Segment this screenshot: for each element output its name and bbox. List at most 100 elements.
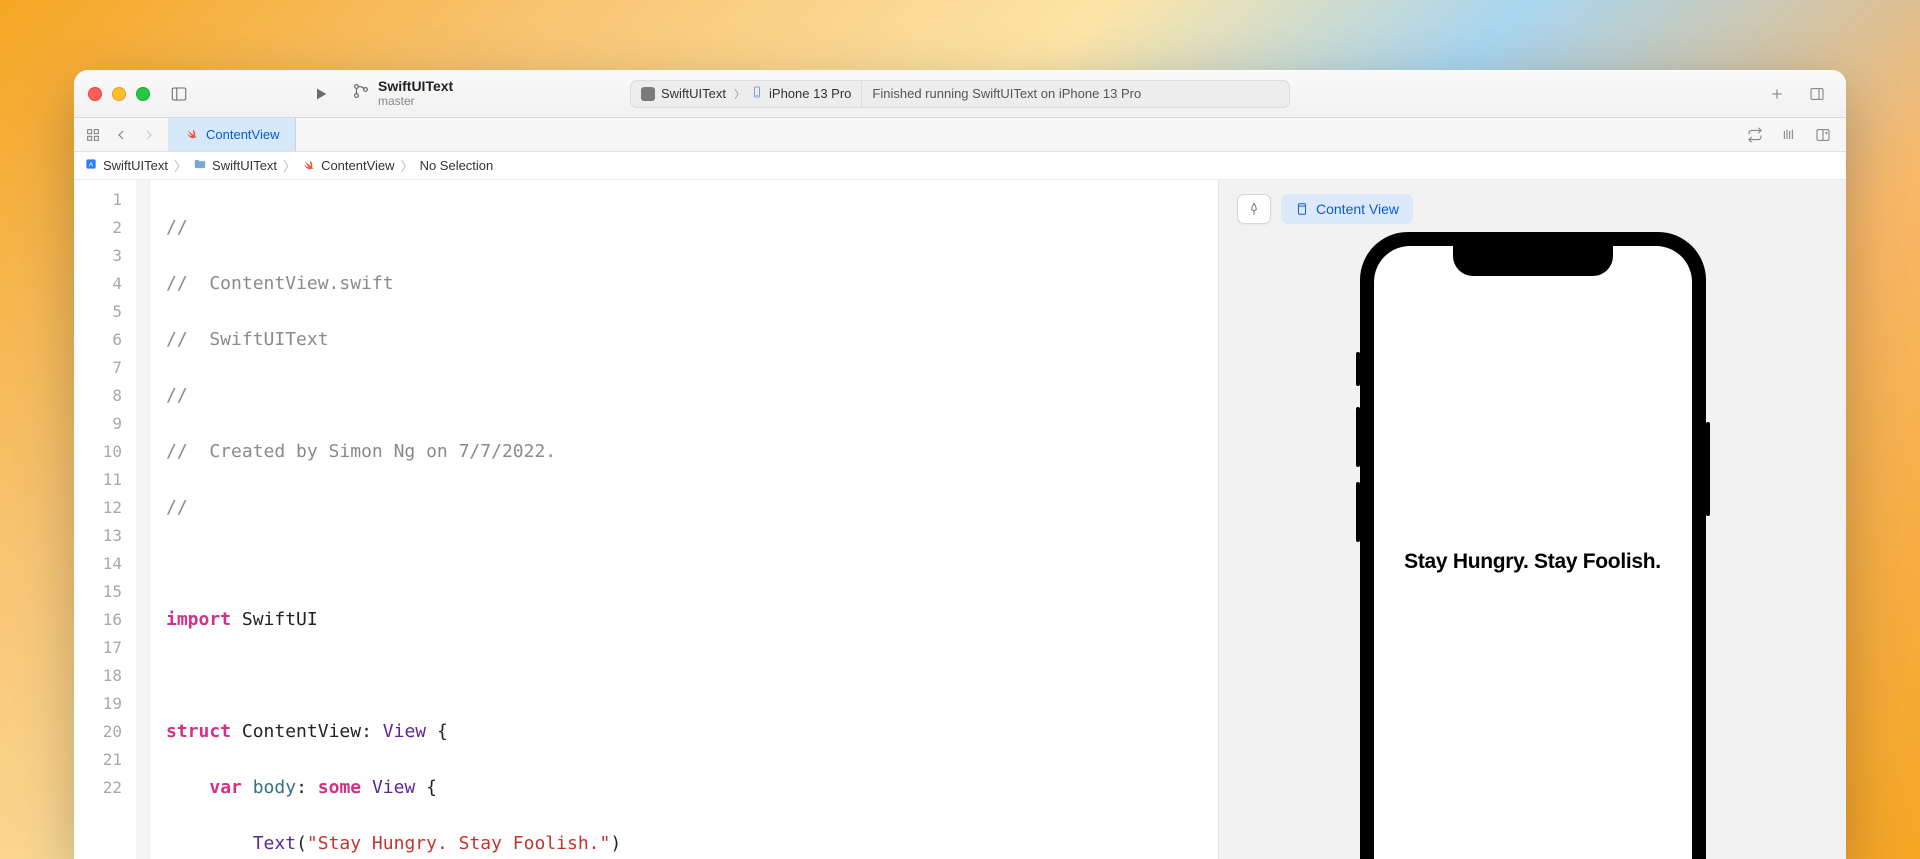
line-number: 15 <box>74 578 122 606</box>
line-number: 9 <box>74 410 122 438</box>
add-button[interactable] <box>1762 80 1792 108</box>
line-number: 12 <box>74 494 122 522</box>
crumb-selection[interactable]: No Selection <box>420 158 494 173</box>
crumb-folder[interactable]: SwiftUIText <box>193 157 277 174</box>
editor-options-button[interactable] <box>1742 122 1768 148</box>
line-number: 16 <box>74 606 122 634</box>
nav-back-button[interactable] <box>108 122 134 148</box>
code-content[interactable]: // // ContentView.swift // SwiftUIText /… <box>150 180 1218 859</box>
nav-forward-button[interactable] <box>136 122 162 148</box>
svg-text:A: A <box>89 161 94 168</box>
toggle-left-sidebar-button[interactable] <box>164 80 194 108</box>
breadcrumb-separator: 〉 <box>174 156 187 175</box>
folder-icon <box>193 157 207 174</box>
tab-label: ContentView <box>206 127 279 142</box>
crumb-project[interactable]: A SwiftUIText <box>84 157 168 174</box>
editor-preview-split: 1 2 3 4 5 6 7 8 9 10 11 12 13 14 15 16 1… <box>74 180 1846 859</box>
fullscreen-window-button[interactable] <box>136 87 150 101</box>
line-number: 8 <box>74 382 122 410</box>
phone-side-button <box>1356 482 1360 542</box>
line-number: 17 <box>74 634 122 662</box>
crumb-file[interactable]: ContentView <box>302 158 394 173</box>
code-token: View <box>372 777 415 798</box>
swift-file-icon <box>185 128 199 142</box>
preview-icon <box>1295 202 1309 216</box>
code-token: "Stay Hungry. Stay Foolish." <box>307 833 610 854</box>
code-token: View <box>383 721 426 742</box>
code-token: struct <box>166 721 231 742</box>
code-editor[interactable]: 1 2 3 4 5 6 7 8 9 10 11 12 13 14 15 16 1… <box>74 180 1218 859</box>
device-notch <box>1453 246 1613 276</box>
jump-bar: A SwiftUIText 〉 SwiftUIText 〉 ContentVie… <box>74 152 1846 180</box>
preview-rendered-text: Stay Hungry. Stay Foolish. <box>1404 550 1661 574</box>
branch-icon <box>352 82 370 105</box>
line-number: 4 <box>74 270 122 298</box>
crumb-label-2: ContentView <box>321 158 394 173</box>
tab-bar-nav <box>74 118 169 151</box>
code-text: // <box>166 497 188 518</box>
code-text: // <box>166 217 188 238</box>
breadcrumb-separator: 〉 <box>283 156 296 175</box>
code-token: SwiftUI <box>242 609 318 630</box>
activity-capsule: SwiftUIText 〉 iPhone 13 Pro Finished run… <box>630 80 1290 108</box>
line-number: 3 <box>74 242 122 270</box>
code-text: // SwiftUIText <box>166 329 329 350</box>
line-number: 11 <box>74 466 122 494</box>
tab-contentview[interactable]: ContentView <box>169 118 296 151</box>
breadcrumb-separator: 〉 <box>401 156 414 175</box>
line-number: 6 <box>74 326 122 354</box>
adjust-editor-layout-button[interactable] <box>1776 122 1802 148</box>
scheme-target-segment[interactable]: SwiftUIText 〉 iPhone 13 Pro <box>631 81 862 107</box>
crumb-label-1: SwiftUIText <box>212 158 277 173</box>
toolbar: SwiftUIText master SwiftUIText 〉 iPhone … <box>74 70 1846 118</box>
line-number: 18 <box>74 662 122 690</box>
line-number: 22 <box>74 774 122 802</box>
code-token: import <box>166 609 231 630</box>
change-marker-column <box>136 180 150 859</box>
line-number: 21 <box>74 746 122 774</box>
run-button[interactable] <box>308 81 334 107</box>
related-items-button[interactable] <box>80 122 106 148</box>
capsule-device: iPhone 13 Pro <box>769 86 851 101</box>
code-text: // <box>166 385 188 406</box>
line-number: 19 <box>74 690 122 718</box>
preview-selector-chip[interactable]: Content View <box>1281 194 1413 224</box>
code-token: some <box>318 777 361 798</box>
line-number: 1 <box>74 186 122 214</box>
tab-bar-right <box>1732 118 1846 151</box>
code-text: // ContentView.swift <box>166 273 394 294</box>
xcode-window: SwiftUIText master SwiftUIText 〉 iPhone … <box>74 70 1846 859</box>
code-token: Text <box>253 833 296 854</box>
scheme-name: SwiftUIText <box>378 79 453 94</box>
line-number-gutter: 1 2 3 4 5 6 7 8 9 10 11 12 13 14 15 16 1… <box>74 180 136 859</box>
preview-chip-label: Content View <box>1316 201 1399 217</box>
status-text: Finished running SwiftUIText on iPhone 1… <box>872 86 1141 101</box>
preview-canvas[interactable]: Content View Stay Hungry. Stay Foolish. <box>1218 180 1846 859</box>
pin-preview-button[interactable] <box>1237 194 1271 224</box>
scheme-title: SwiftUIText master <box>378 79 453 108</box>
phone-side-button <box>1706 422 1710 516</box>
chevron-right-icon: 〉 <box>734 86 745 102</box>
line-number: 10 <box>74 438 122 466</box>
line-number: 5 <box>74 298 122 326</box>
preview-controls: Content View <box>1237 194 1413 224</box>
phone-side-button <box>1356 407 1360 467</box>
tab-bar: ContentView <box>74 118 1846 152</box>
minimize-window-button[interactable] <box>112 87 126 101</box>
branch-name: master <box>378 95 453 108</box>
add-editor-button[interactable] <box>1810 122 1836 148</box>
build-status: Finished running SwiftUIText on iPhone 1… <box>862 81 1289 107</box>
code-text: // Created by Simon Ng on 7/7/2022. <box>166 441 556 462</box>
code-token: var <box>209 777 242 798</box>
window-controls <box>88 87 150 101</box>
line-number: 7 <box>74 354 122 382</box>
scheme-selector[interactable]: SwiftUIText master <box>352 79 453 108</box>
crumb-label-3: No Selection <box>420 158 494 173</box>
toolbar-right <box>1762 80 1832 108</box>
toggle-right-sidebar-button[interactable] <box>1802 80 1832 108</box>
capsule-project: SwiftUIText <box>661 86 726 101</box>
code-token: ContentView <box>242 721 361 742</box>
code-token: body <box>253 777 296 798</box>
project-icon: A <box>84 157 98 174</box>
close-window-button[interactable] <box>88 87 102 101</box>
